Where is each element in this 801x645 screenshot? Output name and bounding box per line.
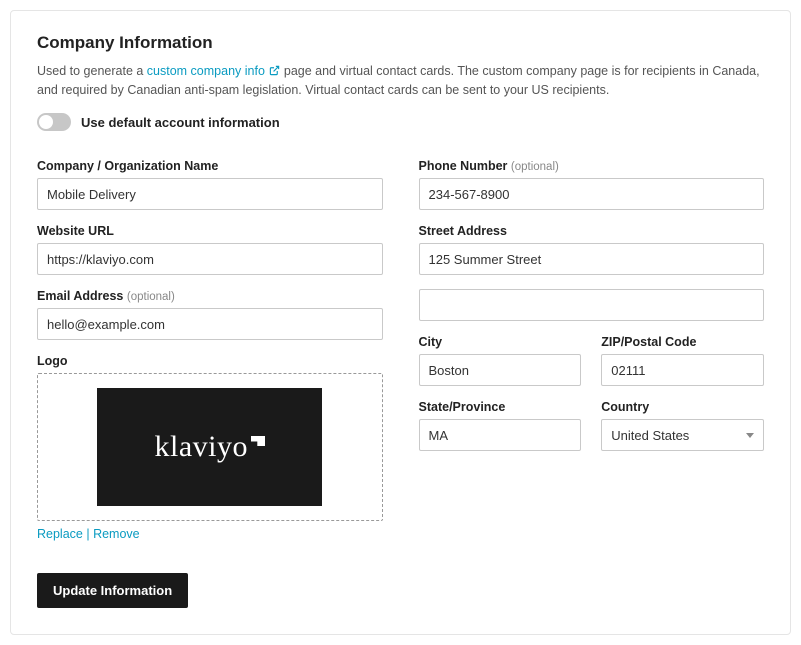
city-label: City <box>419 335 582 349</box>
email-optional-text: (optional) <box>127 291 175 303</box>
company-name-input[interactable] <box>37 178 383 210</box>
logo-wordmark: klaviyo <box>155 430 266 464</box>
logo-remove-link[interactable]: Remove <box>93 527 140 541</box>
external-link-icon <box>269 64 280 82</box>
default-info-toggle[interactable] <box>37 113 71 131</box>
phone-label: Phone Number (optional) <box>419 159 765 173</box>
chevron-down-icon <box>746 433 754 438</box>
website-url-label: Website URL <box>37 224 383 238</box>
logo-dropzone[interactable]: klaviyo <box>37 373 383 521</box>
state-input[interactable] <box>419 419 582 451</box>
logo-action-divider: | <box>83 527 93 541</box>
city-input[interactable] <box>419 354 582 386</box>
country-select[interactable]: United States <box>601 419 764 451</box>
company-name-label: Company / Organization Name <box>37 159 383 173</box>
street-address-2-input[interactable] <box>419 289 765 321</box>
logo-replace-link[interactable]: Replace <box>37 527 83 541</box>
phone-label-text: Phone Number <box>419 159 508 173</box>
section-title: Company Information <box>37 33 764 53</box>
custom-company-info-link[interactable]: custom company info <box>147 64 281 78</box>
website-url-input[interactable] <box>37 243 383 275</box>
logo-actions: Replace | Remove <box>37 527 383 541</box>
company-info-panel: Company Information Used to generate a c… <box>10 10 791 635</box>
phone-input[interactable] <box>419 178 765 210</box>
logo-label: Logo <box>37 354 383 368</box>
email-label: Email Address (optional) <box>37 289 383 303</box>
toggle-knob <box>39 115 53 129</box>
section-description: Used to generate a custom company info p… <box>37 63 764 99</box>
logo-wordmark-text: klaviyo <box>155 430 249 464</box>
email-label-text: Email Address <box>37 289 123 303</box>
email-input[interactable] <box>37 308 383 340</box>
phone-optional-text: (optional) <box>511 161 559 173</box>
zip-label: ZIP/Postal Code <box>601 335 764 349</box>
left-column: Company / Organization Name Website URL … <box>37 159 383 608</box>
logo-flag-icon <box>251 436 265 446</box>
desc-text-before: Used to generate a <box>37 64 147 78</box>
default-info-toggle-row: Use default account information <box>37 113 764 131</box>
logo-image: klaviyo <box>97 388 322 506</box>
country-label: Country <box>601 400 764 414</box>
update-information-button[interactable]: Update Information <box>37 573 188 608</box>
right-column: Phone Number (optional) Street Address C… <box>419 159 765 608</box>
street-address-input[interactable] <box>419 243 765 275</box>
state-label: State/Province <box>419 400 582 414</box>
country-select-value: United States <box>611 428 689 443</box>
default-info-toggle-label: Use default account information <box>81 115 280 130</box>
desc-link-text: custom company info <box>147 64 265 78</box>
street-address-label: Street Address <box>419 224 765 238</box>
zip-input[interactable] <box>601 354 764 386</box>
